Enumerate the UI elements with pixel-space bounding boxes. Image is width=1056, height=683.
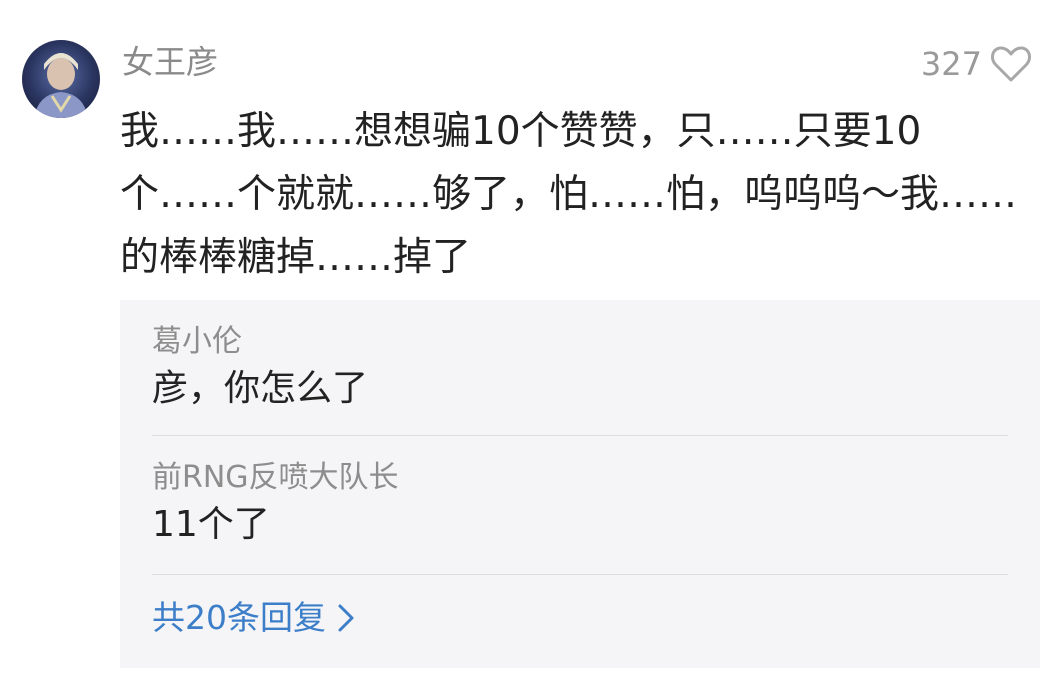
more-replies-label: 共20条回复 [152,598,326,637]
reply-text: 彦，你怎么了 [152,368,369,409]
avatar-portrait-icon [34,53,88,118]
comment-username[interactable]: 女王彦 [122,40,218,84]
comment-text: 我……我……想想骗10个赞赞，只……只要10个……个就就……够了，怕……怕，呜呜… [120,109,1018,280]
divider [152,435,1008,436]
reply-text: 11个了 [152,504,270,545]
reply-author[interactable]: 葛小伦 [152,322,1008,362]
view-more-replies-link[interactable]: 共20条回复 [152,596,356,640]
divider [152,574,1008,575]
heart-icon [991,46,1031,82]
like-button[interactable]: 327 [921,40,1032,88]
avatar[interactable] [22,40,100,118]
reply-item[interactable]: 葛小伦 彦，你怎么了 [152,322,1008,414]
reply-author[interactable]: 前RNG反喷大队长 [152,458,1008,498]
chevron-right-icon [338,604,354,632]
reply-item[interactable]: 前RNG反喷大队长 11个了 [152,458,1008,550]
like-count: 327 [920,45,982,83]
reply-box[interactable]: 葛小伦 彦，你怎么了 前RNG反喷大队长 11个了 共20条回复 [120,300,1040,668]
